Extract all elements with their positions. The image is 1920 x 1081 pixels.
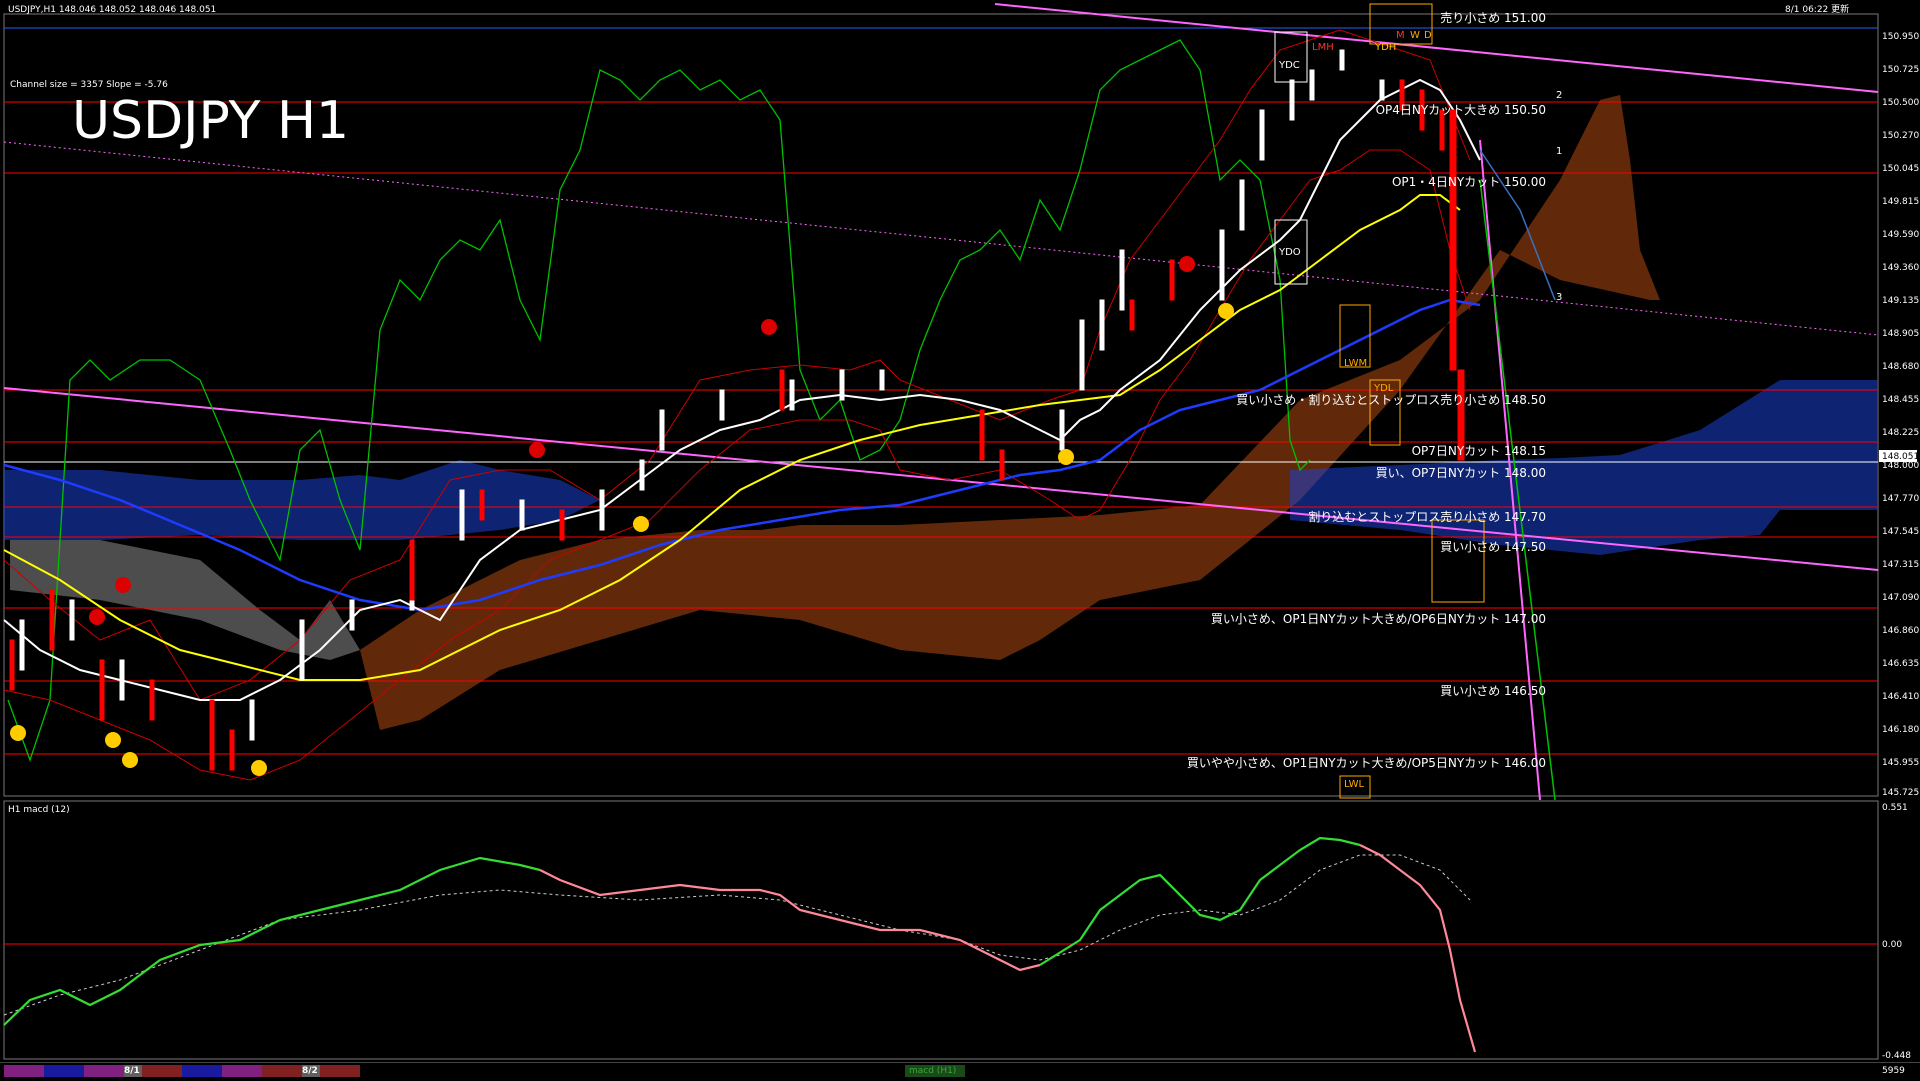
timeline-block [222,1065,262,1077]
svg-text:D: D [1424,30,1432,41]
svg-text:M: M [1396,30,1405,41]
timeline-block [4,1065,44,1077]
symbol-info: USDJPY,H1 148.046 148.052 148.046 148.05… [8,5,216,15]
svg-text:148.000: 148.000 [1882,461,1919,471]
svg-text:150.045: 150.045 [1882,164,1919,174]
timeline-block [182,1065,222,1077]
svg-text:149.815: 149.815 [1882,197,1919,207]
svg-text:146.635: 146.635 [1882,659,1919,669]
svg-text:150.270: 150.270 [1882,131,1919,141]
svg-text:149.590: 149.590 [1882,230,1919,240]
svg-text:買い小さめ 147.50: 買い小さめ 147.50 [1440,540,1546,554]
svg-text:OP7日NYカット 148.15: OP7日NYカット 148.15 [1412,444,1546,458]
svg-text:146.860: 146.860 [1882,626,1919,636]
svg-text:147.315: 147.315 [1882,560,1919,570]
svg-text:YDC: YDC [1278,60,1300,71]
svg-text:LWM: LWM [1344,358,1367,369]
macd-axis-top: 0.551 [1882,803,1908,813]
svg-text:OP1・4日NYカット 150.00: OP1・4日NYカット 150.00 [1392,175,1546,189]
timeline-block [142,1065,182,1077]
svg-text:買い小さめ・割り込むとストップロス売り小さめ 148.50: 買い小さめ・割り込むとストップロス売り小さめ 148.50 [1236,392,1546,407]
macd-title: H1 macd (12) [8,805,70,815]
svg-text:147.770: 147.770 [1882,494,1919,504]
svg-text:149.135: 149.135 [1882,296,1919,306]
channel-info: Channel size = 3357 Slope = -5.76 [10,80,168,90]
svg-text:LMH: LMH [1312,42,1334,53]
svg-text:148.225: 148.225 [1882,428,1919,438]
svg-text:148.455: 148.455 [1882,395,1919,405]
svg-text:買い小さめ 146.50: 買い小さめ 146.50 [1440,684,1546,698]
svg-text:YDO: YDO [1278,247,1301,258]
main-price-chart[interactable]: YDC LMH YDH YDO LWM YDL LWL M W D 2 1 3 … [0,0,1920,800]
timeline-block [262,1065,302,1077]
svg-text:割り込むとストップロス売り小さめ 147.70: 割り込むとストップロス売り小さめ 147.70 [1308,509,1546,524]
timeline-tab-8-2[interactable]: 8/2 [302,1066,318,1076]
timeline-block [84,1065,124,1077]
timeline-block [44,1065,84,1077]
timeline-block [320,1065,360,1077]
current-price-label: 148.051 [1882,452,1919,462]
svg-text:145.955: 145.955 [1882,758,1919,768]
svg-text:148.680: 148.680 [1882,362,1919,372]
indicator-tab-label: macd (H1) [909,1066,957,1076]
svg-text:OP4日NYカット大きめ 150.50: OP4日NYカット大きめ 150.50 [1376,103,1546,117]
timestamp: 8/1 06:22 更新 [1785,3,1849,15]
svg-text:146.180: 146.180 [1882,725,1919,735]
macd-axis-zero: 0.00 [1882,940,1902,950]
svg-text:150.500: 150.500 [1882,98,1919,108]
svg-text:146.410: 146.410 [1882,692,1919,702]
svg-text:147.090: 147.090 [1882,593,1919,603]
svg-text:150.725: 150.725 [1882,65,1919,75]
svg-text:147.545: 147.545 [1882,527,1919,537]
timeline-tab-8-1[interactable]: 8/1 [124,1066,140,1076]
svg-text:売り小さめ 151.00: 売り小さめ 151.00 [1440,10,1546,25]
svg-text:150.950: 150.950 [1882,32,1919,42]
macd-panel[interactable]: H1 macd (12) 0.551 0.00 -0.448 [0,800,1920,1062]
bottom-right-value: 5959 [1882,1066,1905,1076]
svg-text:149.360: 149.360 [1882,263,1919,273]
macd-axis-bottom: -0.448 [1882,1051,1911,1061]
big-title: USDJPY H1 [72,91,349,151]
svg-text:3: 3 [1556,292,1562,303]
svg-text:買いやや小さめ、OP1日NYカット大きめ/OP5日NYカット: 買いやや小さめ、OP1日NYカット大きめ/OP5日NYカット 146.00 [1187,756,1546,770]
svg-text:買い、OP7日NYカット 148.00: 買い、OP7日NYカット 148.00 [1376,466,1546,480]
svg-text:W: W [1410,30,1420,41]
svg-text:2: 2 [1556,90,1562,101]
svg-text:LWL: LWL [1344,779,1365,790]
svg-text:1: 1 [1556,146,1562,157]
bottom-timeline-bar: 8/1 8/2 macd (H1) 5959 [0,1062,1920,1081]
svg-text:買い小さめ、OP1日NYカット大きめ/OP6日NYカット 1: 買い小さめ、OP1日NYカット大きめ/OP6日NYカット 147.00 [1211,612,1546,626]
svg-text:145.725: 145.725 [1882,788,1919,798]
svg-text:148.905: 148.905 [1882,329,1919,339]
